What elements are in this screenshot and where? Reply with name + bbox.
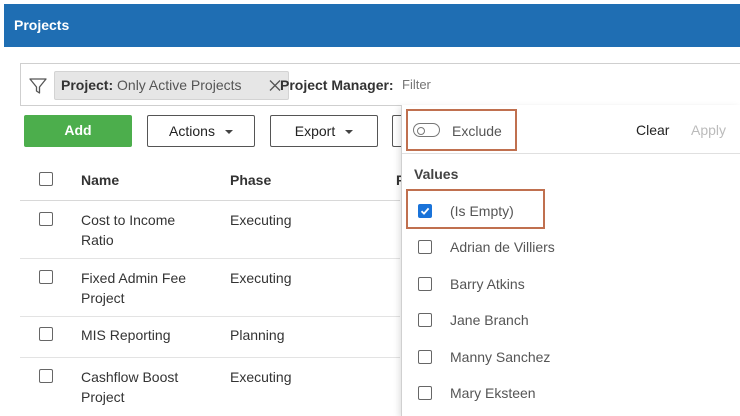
actions-button[interactable]: Actions: [147, 115, 255, 147]
caret-down-icon: [345, 130, 354, 135]
filter-chip-value: Only Active Projects: [117, 77, 242, 93]
column-header-phase[interactable]: Phase: [230, 172, 271, 188]
value-label[interactable]: Barry Atkins: [450, 276, 525, 292]
apply-button[interactable]: Apply: [691, 122, 726, 138]
row-name[interactable]: MIS Reporting: [81, 325, 170, 345]
row-divider: [20, 258, 400, 259]
row-name[interactable]: Cost to Income Ratio: [81, 210, 175, 250]
value-label[interactable]: Jane Branch: [450, 312, 529, 328]
row-checkbox[interactable]: [39, 270, 53, 284]
row-checkbox[interactable]: [39, 212, 53, 226]
clear-button[interactable]: Clear: [636, 122, 669, 138]
project-manager-filter-dropdown: Exclude Clear Apply Values (Is Empty) Ad…: [401, 105, 740, 416]
export-button[interactable]: Export: [270, 115, 378, 147]
row-checkbox[interactable]: [39, 327, 53, 341]
dropdown-divider: [402, 153, 740, 154]
value-checkbox[interactable]: [418, 386, 432, 400]
project-manager-label: Project Manager:: [280, 77, 394, 93]
select-all-checkbox[interactable]: [39, 172, 53, 186]
row-divider: [20, 316, 400, 317]
values-heading: Values: [414, 166, 459, 182]
filter-chip-project[interactable]: Project: Only Active Projects: [54, 71, 289, 100]
row-name[interactable]: Fixed Admin Fee Project: [81, 268, 186, 308]
filter-bar: Project: Only Active Projects Project Ma…: [20, 63, 740, 106]
actions-label: Actions: [169, 123, 215, 139]
filter-chip-field: Project:: [61, 77, 114, 93]
row-phase: Planning: [230, 327, 285, 343]
column-header-name[interactable]: Name: [81, 172, 119, 188]
value-checkbox[interactable]: [418, 350, 432, 364]
page-header: Projects: [4, 4, 740, 47]
row-name[interactable]: Cashflow Boost Project: [81, 367, 178, 407]
value-label[interactable]: Manny Sanchez: [450, 349, 550, 365]
value-checkbox[interactable]: [418, 313, 432, 327]
value-checkbox[interactable]: [418, 240, 432, 254]
value-label[interactable]: Mary Eksteen: [450, 385, 536, 401]
value-checkbox-checked[interactable]: [418, 204, 432, 218]
exclude-toggle[interactable]: [413, 123, 440, 137]
row-phase: Executing: [230, 270, 292, 286]
row-checkbox[interactable]: [39, 369, 53, 383]
page-title: Projects: [14, 17, 70, 33]
value-label[interactable]: (Is Empty): [450, 203, 514, 219]
row-divider: [20, 357, 400, 358]
checkmark-icon: [420, 207, 430, 215]
table-header-divider: [20, 200, 400, 201]
value-label[interactable]: Adrian de Villiers: [450, 239, 555, 255]
exclude-label: Exclude: [452, 123, 502, 139]
value-checkbox[interactable]: [418, 277, 432, 291]
caret-down-icon: [224, 130, 233, 135]
add-button[interactable]: Add: [24, 115, 132, 147]
project-manager-filter-input[interactable]: [402, 77, 462, 92]
filter-icon[interactable]: [29, 77, 47, 95]
export-label: Export: [294, 123, 336, 139]
row-phase: Executing: [230, 212, 292, 228]
row-phase: Executing: [230, 369, 292, 385]
